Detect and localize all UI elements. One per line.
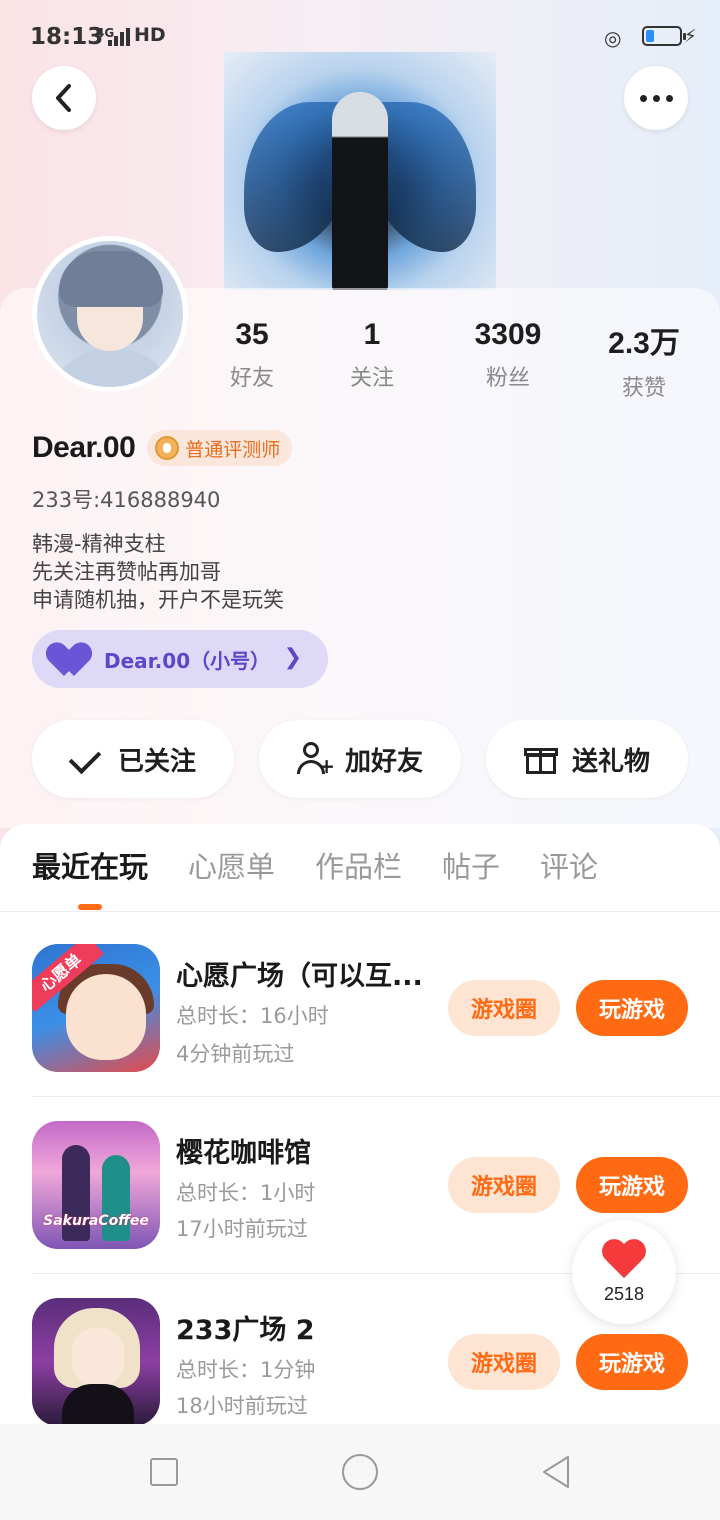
row-divider (32, 1096, 720, 1097)
profile-stats: 35 好友 1 关注 3309 粉丝 2.3万 获赞 (0, 318, 720, 401)
back-button[interactable] (32, 66, 96, 130)
stat-following[interactable]: 1 关注 (312, 318, 432, 392)
heart-icon (602, 1240, 646, 1280)
user-plus-icon: + (296, 742, 335, 776)
user-id: 233号:416888940 (32, 488, 221, 512)
stat-value: 35 (235, 318, 269, 351)
tab-works[interactable]: 作品栏 (315, 844, 402, 886)
charging-icon: ⚡ (684, 26, 697, 47)
bio-line: 韩漫-精神支柱 (32, 532, 166, 556)
check-icon (70, 742, 104, 776)
game-title: 233广场 2 (176, 1315, 315, 1346)
play-game-button[interactable]: 玩游戏 (576, 980, 688, 1036)
game-circle-button[interactable]: 游戏圈 (448, 980, 560, 1036)
name-row: Dear.00 普通评测师 (32, 428, 293, 468)
recents-icon[interactable] (150, 1458, 178, 1486)
following-label: 已关注 (117, 746, 196, 777)
stat-value: 3309 (474, 318, 542, 351)
stat-label: 好友 (229, 366, 274, 391)
game-last-played: 4分钟前玩过 (176, 1042, 295, 1066)
cover-image[interactable] (224, 52, 496, 290)
nav-back-icon[interactable] (540, 1454, 572, 1490)
reviewer-badge[interactable]: 普通评测师 (147, 430, 293, 466)
chevron-left-icon (56, 84, 71, 112)
tab-recent-played[interactable]: 最近在玩 (32, 844, 148, 886)
more-dots-icon (639, 94, 673, 102)
game-circle-button[interactable]: 游戏圈 (448, 1157, 560, 1213)
game-icon[interactable] (32, 1298, 160, 1426)
profile-tabs: 最近在玩 心愿单 作品栏 帖子 评论 (0, 844, 720, 912)
send-gift-button[interactable]: 送礼物 (486, 720, 688, 798)
bio-line: 先关注再赞帖再加哥 (32, 560, 221, 584)
chevron-right-icon: ❯ (283, 645, 302, 670)
stat-value: 1 (363, 318, 381, 351)
home-icon[interactable] (342, 1454, 378, 1490)
hd-icon: HD (134, 24, 166, 46)
like-button[interactable]: 2518 (572, 1220, 676, 1324)
tab-wishlist[interactable]: 心愿单 (188, 844, 275, 886)
reviewer-badge-icon (155, 436, 180, 460)
bio: 韩漫-精神支柱 先关注再赞帖再加哥 申请随机抽，开户不是玩笑 (32, 530, 284, 614)
stat-friends[interactable]: 35 好友 (192, 318, 312, 392)
game-duration: 总时长：16小时 (176, 1004, 329, 1028)
tab-posts[interactable]: 帖子 (442, 844, 500, 886)
stat-label: 粉丝 (485, 366, 530, 391)
game-duration: 总时长：1小时 (176, 1181, 316, 1205)
badge-label: 普通评测师 (185, 438, 281, 461)
game-icon-label: SakuraCoffee (43, 1213, 149, 1229)
game-icon[interactable]: 心愿单 (32, 944, 160, 1072)
more-button[interactable] (624, 66, 688, 130)
stat-label: 获赞 (621, 376, 666, 401)
tabs-divider (0, 911, 720, 912)
signal-icon (108, 28, 130, 46)
alt-account-link[interactable]: Dear.00（小号） ❯ (32, 630, 328, 688)
battery-icon (642, 26, 686, 46)
heart-icon (54, 644, 94, 674)
game-title: 心愿广场（可以互... (176, 961, 423, 992)
like-count: 2518 (603, 1284, 645, 1304)
game-circle-button[interactable]: 游戏圈 (448, 1334, 560, 1390)
stat-label: 关注 (349, 366, 394, 391)
play-game-button[interactable]: 玩游戏 (576, 1157, 688, 1213)
following-button[interactable]: 已关注 (32, 720, 234, 798)
stat-value: 2.3万 (608, 327, 680, 360)
send-gift-label: 送礼物 (571, 746, 650, 777)
play-game-button[interactable]: 玩游戏 (576, 1334, 688, 1390)
stat-likes[interactable]: 2.3万 获赞 (584, 318, 704, 402)
game-row[interactable]: 心愿单 心愿广场（可以互... 总时长：16小时 4分钟前玩过 游戏圈 玩游戏 (0, 944, 720, 1120)
tab-comments[interactable]: 评论 (540, 844, 598, 886)
gift-icon (523, 742, 558, 776)
bio-line: 申请随机抽，开户不是玩笑 (32, 588, 284, 612)
status-time: 18:13 (30, 24, 104, 50)
stat-fans[interactable]: 3309 粉丝 (448, 318, 568, 392)
alt-account-label: Dear.00（小号） (104, 648, 271, 673)
add-friend-label: 加好友 (344, 746, 423, 777)
vibrate-icon: ◎ (604, 26, 622, 50)
add-friend-button[interactable]: + 加好友 (259, 720, 461, 798)
game-title: 樱花咖啡馆 (176, 1138, 311, 1169)
username: Dear.00 (32, 431, 136, 464)
game-icon[interactable]: SakuraCoffee (32, 1121, 160, 1249)
game-last-played: 18小时前玩过 (176, 1394, 308, 1418)
game-last-played: 17小时前玩过 (176, 1217, 308, 1241)
system-nav-bar (0, 1424, 720, 1520)
tab-indicator (78, 904, 102, 910)
game-duration: 总时长：1分钟 (176, 1358, 316, 1382)
